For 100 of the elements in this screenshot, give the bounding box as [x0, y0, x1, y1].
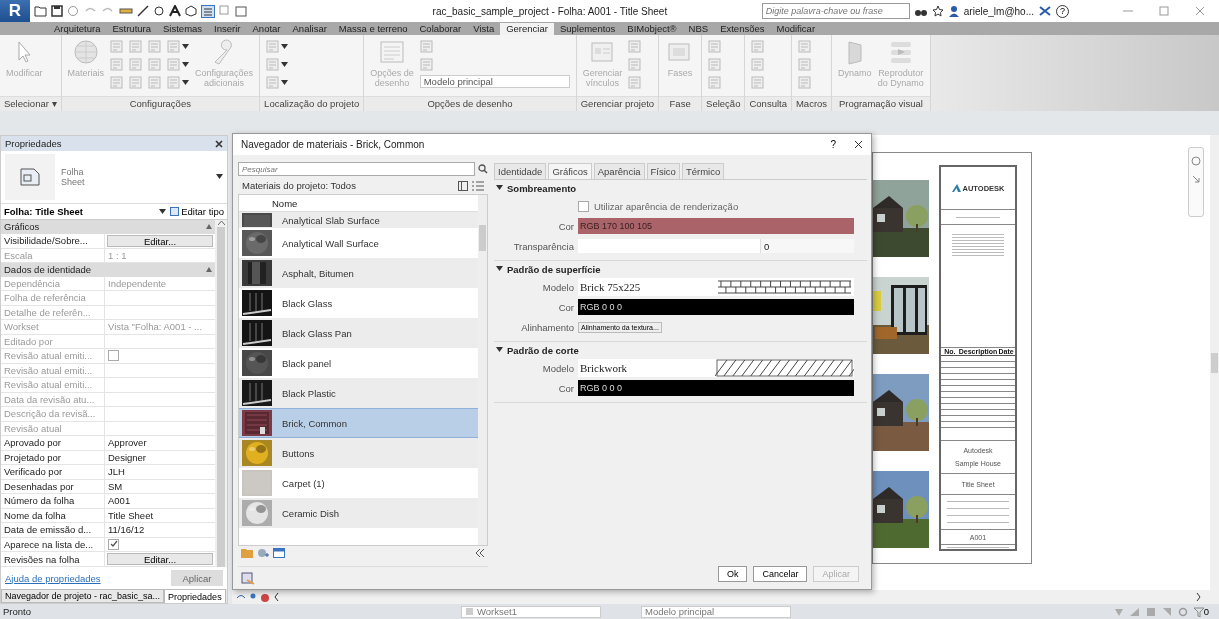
library-filter[interactable]: Materiais do projeto: Todos — [242, 180, 356, 191]
document-icon[interactable] — [708, 40, 722, 53]
document-icon[interactable] — [751, 76, 765, 89]
ribbon-tab[interactable]: Sistemas — [157, 23, 209, 35]
document-icon[interactable] — [129, 76, 143, 89]
panel-label[interactable]: Seleção — [702, 96, 745, 111]
help-button[interactable]: ? — [1056, 4, 1069, 18]
document-icon[interactable] — [751, 40, 765, 53]
color-swatch[interactable]: RGB 170 100 105 — [578, 218, 854, 234]
layout-icon[interactable] — [458, 180, 468, 191]
editor-tab[interactable]: Aparência — [593, 163, 645, 179]
workset-dropdown[interactable]: Workset1 — [461, 605, 601, 618]
apply-button[interactable]: Aplicar — [171, 570, 223, 586]
ribbon-tab[interactable]: Arquitetura — [48, 23, 107, 35]
gear-icon[interactable] — [1177, 606, 1188, 617]
dialog-button[interactable]: Ok — [717, 566, 748, 582]
hatch-pattern-preview[interactable] — [715, 359, 854, 377]
group-header[interactable]: Gráficos — [4, 221, 40, 233]
scroll-up-icon[interactable] — [217, 220, 225, 225]
scrollbar-thumb[interactable] — [1211, 352, 1218, 373]
ribbon-tab[interactable]: Colaborar — [413, 23, 468, 35]
text-icon[interactable] — [169, 5, 181, 17]
document-icon[interactable] — [148, 40, 162, 53]
workset-icon[interactable] — [465, 607, 474, 616]
editor-tab[interactable]: Físico — [646, 163, 680, 179]
material-item[interactable]: Black Plastic — [239, 378, 478, 408]
document-icon[interactable] — [129, 40, 143, 53]
expand-caret-icon[interactable] — [496, 266, 503, 272]
navigation-bar[interactable] — [1188, 147, 1204, 217]
edit-type-button[interactable]: Editar tipo — [170, 206, 224, 217]
property-value[interactable]: SM — [108, 480, 123, 492]
column-header[interactable]: Nome — [272, 197, 298, 209]
user-name[interactable]: ariele_lm@ho... — [963, 5, 1034, 17]
exchange-icon[interactable] — [1038, 5, 1052, 17]
ribbon-tab[interactable]: Estrutura — [106, 23, 158, 35]
scrollbar-thumb[interactable] — [217, 227, 225, 567]
restore-icon[interactable] — [1159, 6, 1169, 16]
document-icon[interactable] — [129, 58, 143, 71]
edit-button[interactable]: Editar... — [107, 553, 213, 565]
ribbon-tab[interactable]: NBS — [682, 23, 715, 35]
ribbon-tab[interactable]: Anotar — [246, 23, 287, 35]
panel-label[interactable]: Opções de desenho — [364, 96, 576, 111]
ribbon-tab[interactable]: Analisar — [286, 23, 333, 35]
ribbon-tab[interactable]: Suplementos — [553, 23, 622, 35]
dialog-button[interactable]: Cancelar — [753, 566, 808, 582]
panel-label[interactable]: Fase — [659, 96, 702, 111]
panel-label[interactable]: Configurações — [61, 96, 260, 111]
close-icon[interactable] — [215, 139, 223, 148]
scrollbar-thumb[interactable] — [479, 225, 486, 251]
panel-toggle-icon[interactable] — [273, 548, 285, 558]
globe-add-icon[interactable] — [257, 548, 269, 558]
ribbon-tab[interactable]: BIMobject® — [621, 23, 683, 35]
property-value[interactable]: Approver — [108, 437, 147, 449]
star-icon[interactable] — [931, 5, 944, 17]
document-icon[interactable] — [708, 58, 722, 71]
panel-label[interactable]: Selecionar ▾ — [0, 96, 61, 111]
list-view-icon[interactable] — [472, 180, 484, 191]
material-item[interactable]: Asphalt, Bitumen — [239, 258, 478, 288]
filter-icon[interactable] — [1193, 606, 1204, 617]
dimension-icon[interactable] — [137, 5, 149, 17]
material-item[interactable]: Black Glass Pan — [239, 318, 478, 348]
collapse-icon[interactable] — [206, 224, 212, 230]
dropdown-caret-icon[interactable] — [159, 208, 167, 215]
brick-pattern-preview[interactable] — [715, 278, 854, 296]
panel-tab[interactable]: Propriedades — [164, 589, 226, 603]
search-field[interactable]: Pesquisar — [238, 162, 475, 176]
measure-icon[interactable] — [119, 5, 133, 17]
ribbon-tab[interactable]: Modificar — [770, 23, 822, 35]
pattern-name[interactable]: Brick 75x225 — [578, 278, 715, 296]
panel-label[interactable]: Consulta — [745, 96, 791, 111]
design-option-dropdown[interactable]: Modelo principal — [419, 75, 570, 88]
checkbox-label[interactable]: Utilizar aparência de renderização — [594, 200, 739, 212]
checkbox[interactable] — [108, 538, 119, 550]
panel-label[interactable]: Gerenciar projeto — [576, 96, 659, 111]
document-icon[interactable] — [148, 76, 162, 89]
expand-caret-icon[interactable] — [496, 185, 503, 191]
document-icon[interactable] — [110, 76, 124, 89]
sync-icon[interactable] — [67, 5, 79, 17]
edit-button[interactable]: Editar... — [107, 234, 213, 247]
property-value[interactable]: 11/16/12 — [108, 524, 145, 536]
asset-editor-icon[interactable] — [241, 571, 255, 585]
view-3d-icon[interactable] — [185, 5, 197, 17]
editor-tab[interactable]: Identidade — [494, 163, 547, 179]
expand-caret-icon[interactable] — [496, 347, 503, 353]
material-item[interactable]: Ceramic Dish — [239, 498, 478, 528]
dropdown-caret-icon[interactable] — [281, 61, 289, 68]
chevron-left-icon[interactable] — [274, 593, 279, 601]
panel-tab[interactable]: Navegador de projeto - rac_basic_sa... — [1, 589, 165, 603]
dropdown-caret-icon[interactable] — [281, 79, 289, 86]
filter-count[interactable]: 0 — [1193, 606, 1209, 617]
thin-lines-icon[interactable] — [201, 4, 215, 18]
face-select-icon[interactable] — [1161, 606, 1172, 617]
help-button[interactable]: ? — [830, 139, 836, 150]
edit-type-icon[interactable] — [170, 207, 180, 216]
dropdown-caret-icon[interactable] — [182, 43, 190, 50]
ribbon-tab[interactable]: Inserir — [208, 23, 247, 35]
pattern-name[interactable]: Brickwork — [578, 359, 715, 377]
document-icon[interactable] — [628, 40, 642, 53]
ribbon-tab[interactable]: Massa e terreno — [332, 23, 414, 35]
material-item[interactable]: Analytical Slab Surface — [239, 212, 478, 228]
